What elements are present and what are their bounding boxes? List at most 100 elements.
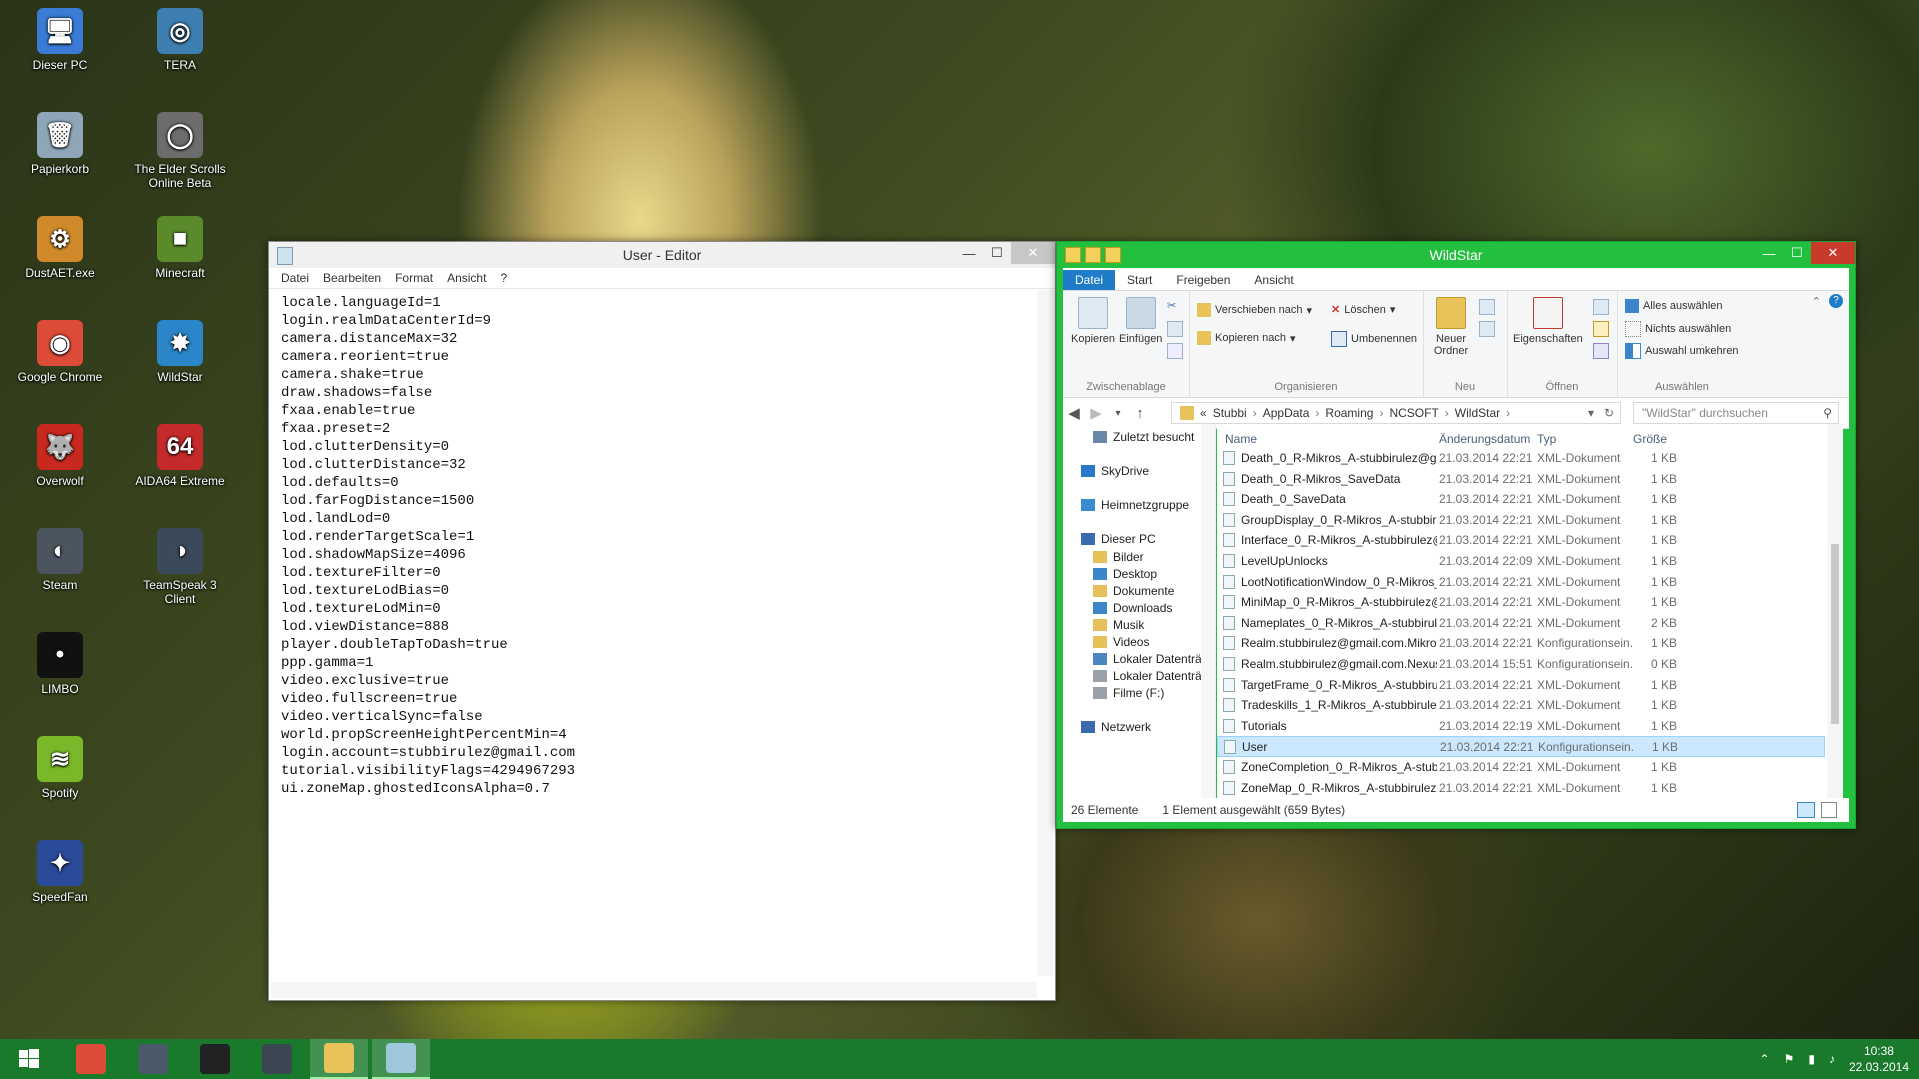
desktop-icon[interactable]: ⚙ DustAET.exe (12, 216, 108, 280)
notepad-titlebar[interactable]: User - Editor — ☐ ✕ (269, 242, 1055, 268)
search-input[interactable]: "WildStar" durchsuchen ⚲ (1633, 402, 1839, 424)
breadcrumb-separator-icon[interactable]: › (1315, 406, 1319, 420)
properties-button[interactable]: Eigenschaften (1513, 297, 1583, 345)
select-none-button[interactable]: Nichts auswählen (1625, 321, 1731, 337)
help-icon[interactable]: ? (1829, 294, 1843, 308)
close-button[interactable]: ✕ (1011, 242, 1055, 264)
tiles-view-icon[interactable] (1821, 802, 1837, 818)
breadcrumb-item[interactable]: WildStar (1455, 406, 1500, 420)
copy-button[interactable]: Kopieren (1071, 297, 1115, 345)
nav-item[interactable]: Filme (F:) (1093, 686, 1164, 700)
invert-selection-button[interactable]: Auswahl umkehren (1625, 343, 1739, 359)
file-row[interactable]: MiniMap_0_R-Mikros_A-stubbirulez@gm...21… (1217, 592, 1825, 613)
file-row[interactable]: Realm.stubbirulez@gmail.com.Nexus 21.03.2… (1217, 654, 1825, 675)
nav-item[interactable]: Videos (1093, 635, 1149, 649)
desktop-icon[interactable]: ■ Minecraft (132, 216, 228, 280)
close-button[interactable]: ✕ (1811, 242, 1855, 264)
address-dropdown-icon[interactable]: ▾ (1588, 406, 1594, 420)
refresh-icon[interactable]: ↻ (1604, 406, 1614, 420)
nav-pane-scrollbar[interactable] (1201, 424, 1215, 798)
forward-arrow-icon[interactable]: ▶ (1085, 402, 1107, 424)
taskbar-chrome-button[interactable] (62, 1039, 120, 1079)
desktop-icon[interactable]: ◯ The Elder Scrolls Online Beta (132, 112, 228, 190)
file-row[interactable]: Nameplates_0_R-Mikros_A-stubbirulez@...2… (1217, 613, 1825, 634)
desktop-icon[interactable]: ◉ Google Chrome (12, 320, 108, 384)
breadcrumb-separator-icon[interactable]: › (1445, 406, 1449, 420)
cut-icon[interactable]: ✂ (1167, 299, 1181, 313)
file-row[interactable]: TargetFrame_0_R-Mikros_A-stubbirulez...2… (1217, 675, 1825, 696)
nav-item[interactable]: Lokaler Datenträg (1093, 652, 1208, 666)
select-all-button[interactable]: Alles auswählen (1625, 299, 1723, 313)
file-row[interactable]: Death_0_R-Mikros_SaveData 21.03.2014 22:2… (1217, 469, 1825, 490)
desktop-icon[interactable]: ◑ TeamSpeak 3 Client (132, 528, 228, 606)
menu-item[interactable]: Format (395, 271, 433, 285)
edit-icon[interactable] (1593, 321, 1609, 337)
breadcrumb-separator-icon[interactable]: › (1379, 406, 1383, 420)
start-button[interactable] (0, 1039, 58, 1079)
file-row[interactable]: Realm.stubbirulez@gmail.com.Mikros 21.03.… (1217, 633, 1825, 654)
desktop-icon[interactable]: 64 AIDA64 Extreme (132, 424, 228, 488)
ribbon-tab[interactable]: Datei (1063, 270, 1116, 290)
properties-quick-icon[interactable] (1085, 247, 1101, 263)
file-row[interactable]: Tradeskills_1_R-Mikros_A-stubbirulez@g..… (1217, 695, 1825, 716)
file-list-scrollbar[interactable] (1827, 424, 1843, 798)
show-hidden-icons[interactable]: ⌃ (1760, 1052, 1770, 1066)
nav-item[interactable]: Dieser PC (1081, 532, 1156, 546)
column-size[interactable]: Größe (1633, 432, 1667, 446)
minimize-button[interactable]: — (955, 242, 983, 264)
horizontal-scrollbar[interactable] (271, 982, 1037, 998)
breadcrumb-item[interactable]: Roaming (1325, 406, 1373, 420)
scrollbar-thumb[interactable] (1831, 544, 1839, 724)
details-view-icon[interactable] (1797, 802, 1815, 818)
ribbon-tab[interactable]: Freigeben (1164, 270, 1242, 290)
copy-to-button[interactable]: Kopieren nach ▾ (1197, 331, 1295, 345)
desktop-icon[interactable]: ◎ TERA (132, 8, 228, 72)
new-folder-button[interactable]: Neuer Ordner (1431, 297, 1471, 357)
column-name[interactable]: Name (1225, 432, 1257, 446)
minimize-button[interactable]: — (1755, 242, 1783, 264)
desktop-icon[interactable]: 🖥 Dieser PC (12, 8, 108, 72)
desktop-icon[interactable]: 🐺 Overwolf (12, 424, 108, 488)
file-row[interactable]: User 21.03.2014 22:21 Konfigurationsein...… (1217, 736, 1825, 758)
desktop-icon[interactable]: ◐ Steam (12, 528, 108, 592)
easy-access-icon[interactable] (1479, 321, 1495, 337)
explorer-titlebar[interactable]: WildStar — ☐ ✕ (1057, 242, 1855, 268)
volume-icon[interactable]: ♪ (1829, 1052, 1835, 1066)
delete-button[interactable]: ✕ Löschen ▾ (1331, 303, 1395, 317)
menu-item[interactable]: Datei (281, 271, 309, 285)
breadcrumb-separator-icon[interactable]: › (1253, 406, 1257, 420)
maximize-button[interactable]: ☐ (1783, 242, 1811, 264)
taskbar-teamspeak-button[interactable] (124, 1039, 182, 1079)
menu-item[interactable]: ? (500, 271, 507, 285)
column-date[interactable]: Änderungsdatum (1439, 432, 1530, 446)
taskbar-aida64-button[interactable] (186, 1039, 244, 1079)
address-bar[interactable]: « Stubbi › AppData › Roaming › NCSOFT › WildStar… (1171, 402, 1621, 424)
paste-shortcut-icon[interactable] (1167, 343, 1183, 359)
desktop-icon[interactable]: ✸ WildStar (132, 320, 228, 384)
file-row[interactable]: Tutorials 21.03.2014 22:19 XML-Dokument 1 K… (1217, 716, 1825, 737)
menu-item[interactable]: Ansicht (447, 271, 486, 285)
nav-item[interactable]: Netzwerk (1081, 720, 1151, 734)
file-row[interactable]: ZoneMap_0_R-Mikros_A-stubbirulez@g...21.… (1217, 778, 1825, 799)
taskbar-explorer-button[interactable] (310, 1039, 368, 1079)
rename-button[interactable]: Umbenennen (1331, 331, 1417, 347)
column-type[interactable]: Typ (1537, 432, 1556, 446)
new-item-icon[interactable] (1479, 299, 1495, 315)
menu-item[interactable]: Bearbeiten (323, 271, 381, 285)
ribbon-tab[interactable]: Start (1115, 270, 1164, 290)
file-row[interactable]: ZoneCompletion_0_R-Mikros_A-stubbiru...2… (1217, 757, 1825, 778)
nav-item[interactable]: Bilder (1093, 550, 1144, 564)
file-row[interactable]: LootNotificationWindow_0_R-Mikros_A-...2… (1217, 572, 1825, 593)
breadcrumb-separator-icon[interactable]: › (1506, 406, 1510, 420)
file-row[interactable]: Interface_0_R-Mikros_A-stubbirulez@gm...… (1217, 530, 1825, 551)
vertical-scrollbar[interactable] (1037, 290, 1053, 976)
taskbar-notepad-button[interactable] (372, 1039, 430, 1079)
nav-item[interactable]: Musik (1093, 618, 1144, 632)
breadcrumb-item[interactable]: Stubbi (1213, 406, 1247, 420)
nav-item[interactable]: Downloads (1093, 601, 1172, 615)
copy-path-icon[interactable] (1167, 321, 1183, 337)
back-arrow-icon[interactable]: ◀ (1063, 402, 1085, 424)
maximize-button[interactable]: ☐ (983, 242, 1011, 264)
collapse-ribbon-icon[interactable]: ⌃ (1812, 295, 1821, 308)
new-folder-quick-icon[interactable] (1105, 247, 1121, 263)
